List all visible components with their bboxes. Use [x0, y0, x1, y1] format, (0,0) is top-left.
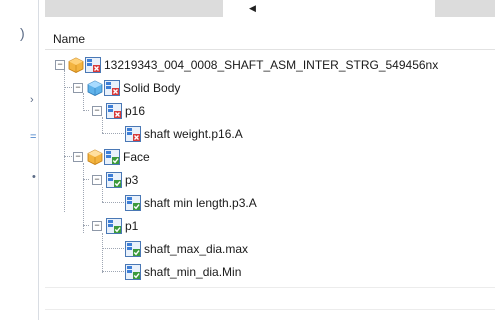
collapse-toggle-icon[interactable]: − [92, 221, 102, 231]
column-header-label: Name [53, 32, 86, 46]
tree-item-label: 13219343_004_0008_SHAFT_ASM_INTER_STRG_5… [104, 58, 439, 72]
tree-item-label: Face [123, 150, 150, 164]
check-tree-panel: Name − 13219343_004_0008_SHAFT_ASM_INTER… [45, 17, 495, 320]
empty-row-divider [45, 287, 495, 288]
scroll-left-arrow-icon[interactable]: ◀ [249, 3, 256, 13]
check-fail-icon [125, 126, 141, 142]
collapse-toggle-icon[interactable]: − [73, 83, 83, 93]
tree-row-shaft-min-dia[interactable]: shaft_min_dia.Min [45, 261, 495, 283]
left-panel-gutter: ) › = • [0, 0, 40, 320]
check-fail-icon [85, 57, 101, 73]
check-pass-icon [106, 172, 122, 188]
collapse-toggle-icon[interactable]: − [92, 175, 102, 185]
gutter-dot-icon: • [32, 171, 36, 183]
check-pass-icon [106, 218, 122, 234]
tree-item-label: shaft_min_dia.Min [144, 265, 242, 279]
check-pass-icon [125, 241, 141, 257]
check-pass-icon [104, 149, 120, 165]
tree-item-label: Solid Body [123, 81, 181, 95]
tree-row-face[interactable]: − Face [45, 146, 495, 168]
gutter-link-icon[interactable]: = [30, 132, 36, 143]
tree-row-shaft-min-length[interactable]: shaft min length.p3.A [45, 192, 495, 214]
tree-row-p1[interactable]: − p1 [45, 215, 495, 237]
tree-item-label: p1 [125, 219, 139, 233]
tree-item-label: shaft_max_dia.max [144, 242, 249, 256]
tree-row-p3[interactable]: − p3 [45, 169, 495, 191]
tree-row-root[interactable]: − 13219343_004_0008_SHAFT_ASM_INTER_STRG… [45, 54, 495, 76]
panel-divider [38, 0, 39, 320]
tree-item-label: p3 [125, 173, 139, 187]
collapse-toggle-icon[interactable]: − [92, 106, 102, 116]
collapse-toggle-icon[interactable]: − [55, 60, 65, 70]
assembly-cube-icon [68, 57, 84, 73]
check-fail-icon [106, 103, 122, 119]
tree-row-p16[interactable]: − p16 [45, 100, 495, 122]
solid-body-cube-icon [87, 80, 103, 96]
tree-row-solid-body[interactable]: − Solid Body [45, 77, 495, 99]
horizontal-scrollbar[interactable]: ◀ [45, 0, 495, 17]
column-header-name[interactable]: Name [45, 29, 495, 50]
gutter-mark-icon: › [30, 94, 34, 106]
check-pass-icon [125, 195, 141, 211]
collapse-toggle-icon[interactable]: − [73, 152, 83, 162]
tree-item-label: shaft min length.p3.A [144, 196, 257, 210]
empty-row-divider [45, 309, 495, 310]
tree-item-label: p16 [125, 104, 146, 118]
check-fail-icon [104, 80, 120, 96]
check-pass-icon [125, 264, 141, 280]
tree-row-shaft-max-dia[interactable]: shaft_max_dia.max [45, 238, 495, 260]
tree-row-shaft-weight[interactable]: shaft weight.p16.A [45, 123, 495, 145]
face-cube-icon [87, 149, 103, 165]
panel-collapse-icon[interactable]: ) [20, 26, 25, 40]
tree-item-label: shaft weight.p16.A [144, 127, 243, 141]
